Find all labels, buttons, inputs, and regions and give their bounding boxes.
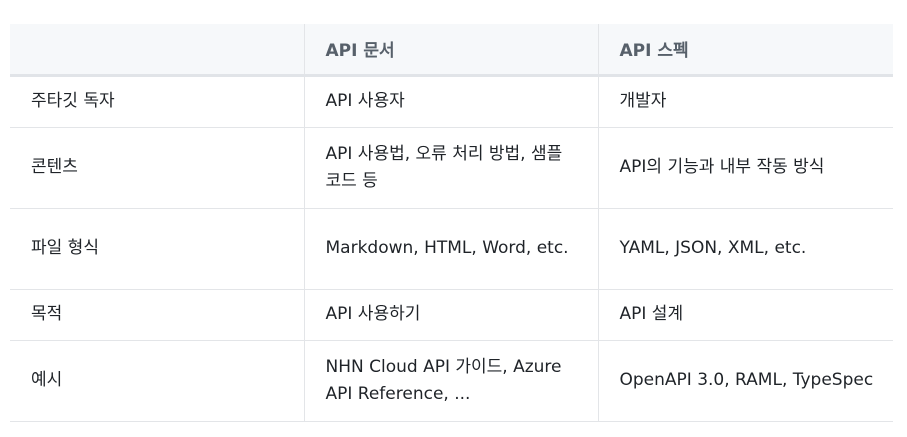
row-label: 주타깃 독자	[31, 91, 115, 111]
api-spec-cell: API 설계	[597, 289, 893, 340]
api-spec-cell: OpenAPI 3.0, RAML, TypeSpec	[597, 340, 893, 421]
table-header: API 문서 API 스펙	[10, 24, 893, 75]
api-docs-cell: API 사용하기	[303, 289, 598, 340]
api-docs-cell: Markdown, HTML, Word, etc.	[303, 208, 598, 289]
table-row: 목적 API 사용하기 API 설계	[10, 289, 893, 340]
api-docs-cell: API 사용자	[303, 75, 598, 127]
row-label: 파일 형식	[31, 238, 99, 258]
api-spec-cell: 개발자	[597, 75, 893, 127]
table-row: 콘텐츠 API 사용법, 오류 처리 방법, 샘플 코드 등 API의 기능과 …	[10, 127, 893, 208]
row-label: 예시	[31, 370, 63, 390]
api-docs-cell: NHN Cloud API 가이드, Azure API Reference, …	[303, 340, 598, 421]
api-docs-cell: API 사용법, 오류 처리 방법, 샘플 코드 등	[303, 127, 598, 208]
table-row: 예시 NHN Cloud API 가이드, Azure API Referenc…	[10, 340, 893, 421]
table-row: 파일 형식 Markdown, HTML, Word, etc. YAML, J…	[10, 208, 893, 289]
comparison-table: API 문서 API 스펙 주타깃 독자 API 사용자 개발자 콘텐츠 API…	[10, 24, 893, 422]
row-label: 목적	[31, 304, 63, 324]
table-row: 주타깃 독자 API 사용자 개발자	[10, 75, 893, 127]
api-spec-cell: API의 기능과 내부 작동 방식	[597, 127, 893, 208]
api-spec-cell: YAML, JSON, XML, etc.	[597, 208, 893, 289]
table-body: 주타깃 독자 API 사용자 개발자 콘텐츠 API 사용법, 오류 처리 방법…	[10, 75, 893, 421]
header-cell-api-docs: API 문서	[303, 24, 598, 75]
header-cell-api-spec: API 스펙	[597, 24, 893, 75]
comparison-table-container: API 문서 API 스펙 주타깃 독자 API 사용자 개발자 콘텐츠 API…	[10, 24, 893, 422]
header-cell-empty	[10, 24, 304, 75]
header-row: API 문서 API 스펙	[10, 24, 893, 75]
row-label: 콘텐츠	[31, 157, 78, 177]
